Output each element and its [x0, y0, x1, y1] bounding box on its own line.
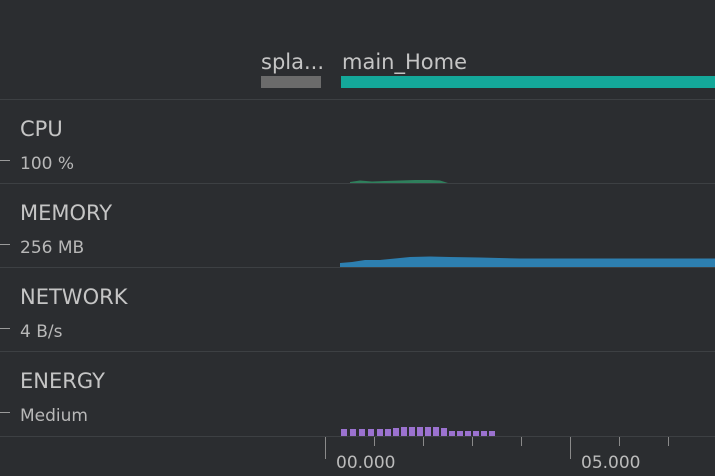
memory-monitor-row[interactable]: MEMORY 256 MB	[0, 183, 715, 268]
activity-main-home-label[interactable]: main_Home	[342, 49, 467, 75]
energy-bar	[401, 427, 407, 436]
energy-bar	[368, 429, 374, 436]
time-label-5: 05.000	[581, 453, 641, 473]
energy-bar	[433, 427, 439, 436]
memory-usage-chart	[340, 256, 715, 268]
activity-splash-label[interactable]: spla...	[261, 49, 324, 75]
cpu-usage-chart	[350, 180, 448, 184]
activity-splash-bar[interactable]	[261, 76, 321, 88]
energy-bar	[425, 427, 431, 436]
network-scale-label: 4 B/s	[20, 322, 63, 342]
energy-bar	[393, 428, 399, 436]
cpu-monitor-row[interactable]: CPU 100 %	[0, 99, 715, 184]
energy-bar	[409, 427, 415, 436]
network-title: NETWORK	[20, 285, 128, 309]
energy-bar	[385, 429, 391, 436]
energy-bar	[341, 429, 347, 436]
network-axis-tick	[0, 328, 10, 329]
energy-monitor-row[interactable]: ENERGY Medium	[0, 351, 715, 436]
network-monitor-row[interactable]: NETWORK 4 B/s	[0, 267, 715, 352]
energy-usage-chart	[341, 427, 495, 436]
energy-bar	[377, 429, 383, 436]
energy-bar	[359, 429, 365, 436]
activity-main-home-bar[interactable]	[341, 76, 715, 88]
energy-bar	[417, 427, 423, 436]
time-axis[interactable]: 00.000 05.000	[0, 436, 715, 476]
time-label-0: 00.000	[336, 453, 396, 473]
energy-bar	[350, 429, 356, 436]
energy-bar	[441, 428, 447, 436]
activity-bar: spla... main_Home	[0, 0, 715, 99]
